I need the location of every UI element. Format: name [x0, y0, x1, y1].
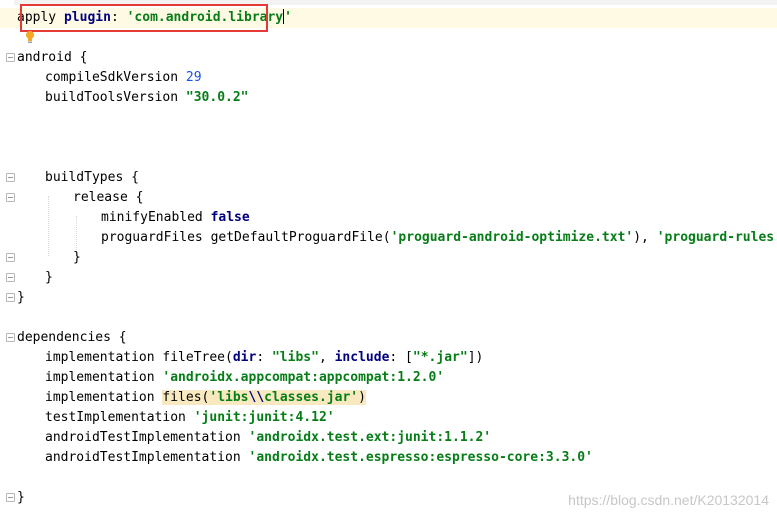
- dep2-value: 'androidx.appcompat:appcompat:1.2.0': [162, 370, 445, 385]
- dep1-label: implementation fileTree(: [45, 350, 233, 365]
- dep3-escape: \\: [248, 390, 265, 405]
- code-line-build-tools[interactable]: buildToolsVersion "30.0.2": [45, 88, 249, 108]
- dep5-value: 'androidx.test.ext:junit:1.1.2': [248, 430, 492, 445]
- code-line-compile-sdk[interactable]: compileSdkVersion 29: [45, 68, 202, 88]
- release-close: }: [73, 250, 81, 265]
- dep5-label: androidTestImplementation: [45, 430, 249, 445]
- fold-marker-buildtypes[interactable]: [6, 173, 15, 182]
- code-line-dep-test-ext[interactable]: androidTestImplementation 'androidx.test…: [45, 428, 491, 448]
- code-line-android-open[interactable]: android {: [17, 48, 87, 68]
- android-block-open: android {: [17, 50, 88, 65]
- minify-value: false: [210, 210, 250, 225]
- code-line-buildtypes-open[interactable]: buildTypes {: [45, 168, 139, 188]
- dep6-value: 'androidx.test.espresso:espresso-core:3.…: [248, 450, 593, 465]
- buildtypes-open: buildTypes {: [45, 170, 139, 185]
- dep3-files-call: files('libs\\classes.jar'): [162, 390, 366, 405]
- build-tools-label: buildToolsVersion: [45, 90, 186, 105]
- dep4-value: 'junit:junit:4.12': [193, 410, 335, 425]
- buildtypes-close: }: [45, 270, 53, 285]
- dep6-label: androidTestImplementation: [45, 450, 249, 465]
- compile-sdk-value: 29: [185, 70, 202, 85]
- fold-marker-buildtypes-end[interactable]: [6, 273, 15, 282]
- lightbulb-icon[interactable]: [25, 30, 35, 44]
- code-line-dep-espresso[interactable]: androidTestImplementation 'androidx.test…: [45, 448, 593, 468]
- proguard-separator: ),: [633, 230, 657, 245]
- fold-marker-android[interactable]: [6, 53, 15, 62]
- fold-marker-android-end[interactable]: [6, 293, 15, 302]
- proguard-arg1: 'proguard-android-optimize.txt': [390, 230, 634, 245]
- code-line-proguard[interactable]: proguardFiles getDefaultProguardFile('pr…: [101, 228, 777, 248]
- code-line-dep-junit[interactable]: testImplementation 'junit:junit:4.12': [45, 408, 335, 428]
- highlight-box: [20, 4, 268, 32]
- release-open: release {: [73, 190, 144, 205]
- dep2-label: implementation: [45, 370, 163, 385]
- dep1-close: ]): [467, 350, 484, 365]
- compile-sdk-label: compileSdkVersion: [45, 70, 186, 85]
- fold-marker-release-end[interactable]: [6, 253, 15, 262]
- dependencies-close: }: [17, 490, 25, 505]
- code-line-dependencies-open[interactable]: dependencies {: [17, 328, 127, 348]
- code-line-dep-filetree[interactable]: implementation fileTree(dir: "libs", inc…: [45, 348, 483, 368]
- fold-marker-dependencies-end[interactable]: [6, 493, 15, 502]
- dep1-colon: :: [256, 350, 272, 365]
- dep1-colon2: : [: [389, 350, 413, 365]
- minify-label: minifyEnabled: [101, 210, 211, 225]
- dep3-close: ): [358, 390, 366, 405]
- dep1-comma: ,: [318, 350, 335, 365]
- dep3-path-end: classes.jar': [264, 390, 359, 405]
- code-line-release-open[interactable]: release {: [73, 188, 143, 208]
- dep4-label: testImplementation: [45, 410, 194, 425]
- quote-close: ': [284, 10, 292, 25]
- dependencies-open: dependencies {: [17, 330, 127, 345]
- code-line-dependencies-close[interactable]: }: [17, 488, 25, 508]
- dep1-libs: "libs": [271, 350, 319, 365]
- proguard-arg2: 'proguard-rules.pro': [656, 230, 777, 245]
- code-line-android-close[interactable]: }: [17, 288, 25, 308]
- code-line-dep-appcompat[interactable]: implementation 'androidx.appcompat:appco…: [45, 368, 444, 388]
- dep3-path-start: 'libs: [209, 390, 249, 405]
- dep3-files: files(: [162, 390, 210, 405]
- proguard-label: proguardFiles getDefaultProguardFile(: [101, 230, 391, 245]
- dep1-include-key: include: [334, 350, 390, 365]
- android-close: }: [17, 290, 25, 305]
- editor[interactable]: { "editor": { "line1": { "kw1": "apply",…: [0, 0, 777, 514]
- build-tools-value: "30.0.2": [185, 90, 249, 105]
- fold-marker-release[interactable]: [6, 193, 15, 202]
- dep1-dir-key: dir: [232, 350, 257, 365]
- fold-marker-dependencies[interactable]: [6, 333, 15, 342]
- code-line-buildtypes-close[interactable]: }: [45, 268, 53, 288]
- dep3-label: implementation: [45, 390, 163, 405]
- watermark: https://blog.csdn.net/K20132014: [568, 492, 769, 508]
- code-line-release-close[interactable]: }: [73, 248, 81, 268]
- code-line-dep-files[interactable]: implementation files('libs\\classes.jar'…: [45, 388, 366, 408]
- code-line-minify[interactable]: minifyEnabled false: [101, 208, 250, 228]
- indent-guide: [48, 196, 49, 256]
- dep1-jar: "*.jar": [412, 350, 468, 365]
